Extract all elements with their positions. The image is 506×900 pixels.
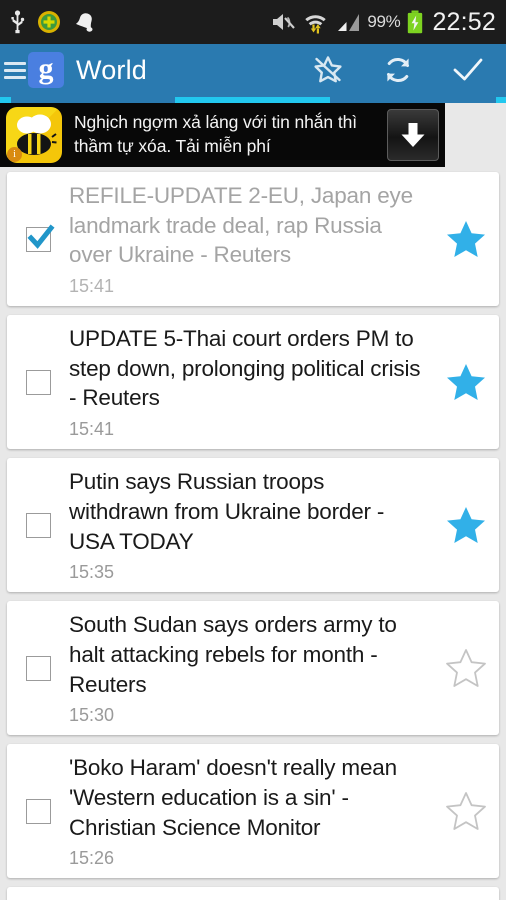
article-body[interactable]: Syria conflict: Rebels evacuated — [69, 896, 433, 900]
article-list[interactable]: REFILE-UPDATE 2-EU, Japan eye landmark t… — [0, 167, 506, 900]
article-timestamp: 15:30 — [69, 705, 115, 726]
ad-text-line-2: thầm tự xóa. Tải miễn phí — [74, 136, 271, 156]
article-checkbox-cell[interactable] — [7, 798, 69, 824]
bell-icon — [75, 12, 93, 32]
article-checkbox-cell[interactable] — [7, 512, 69, 538]
star-outline-icon[interactable] — [444, 646, 488, 690]
tab-indicator-strip[interactable] — [0, 96, 506, 103]
wifi-transfer-icon — [305, 14, 327, 33]
status-bar-clock: 22:52 — [432, 7, 496, 36]
table-row[interactable]: UPDATE 5-Thai court orders PM to step do… — [7, 315, 499, 450]
status-bar-left-icons — [10, 10, 97, 34]
article-checkbox[interactable] — [25, 512, 51, 538]
hamburger-menu-icon[interactable] — [4, 59, 26, 81]
star-crossed-out-icon — [314, 56, 342, 83]
article-body[interactable]: UPDATE 5-Thai court orders PM to step do… — [69, 324, 433, 440]
checkmark-icon — [453, 58, 483, 81]
app-bar-actions — [308, 50, 500, 90]
unstar-all-button[interactable] — [308, 50, 348, 90]
article-checkbox-cell[interactable] — [7, 655, 69, 681]
article-headline: Putin says Russian troops withdrawn from… — [69, 469, 385, 554]
article-checkbox-cell[interactable] — [7, 224, 69, 252]
ad-download-button[interactable] — [387, 109, 439, 161]
status-bar: 99% 22:52 — [0, 0, 506, 44]
star-outline-icon[interactable] — [444, 789, 488, 833]
battery-charging-icon — [408, 10, 423, 34]
article-headline: UPDATE 5-Thai court orders PM to step do… — [69, 326, 421, 411]
checkbox-tick-icon — [26, 224, 55, 249]
table-row[interactable]: Putin says Russian troops withdrawn from… — [7, 458, 499, 593]
volume-muted-icon — [273, 14, 296, 30]
article-headline: Syria conflict: Rebels evacuated — [69, 896, 427, 900]
article-checkbox[interactable] — [25, 798, 51, 824]
google-logo-letter: g — [38, 52, 54, 85]
article-checkbox[interactable] — [25, 369, 51, 395]
ad-content[interactable]: i Nghịch ngợm xả láng với tin nhắn thì t… — [0, 103, 445, 167]
mark-read-button[interactable] — [448, 50, 488, 90]
star-filled-icon[interactable] — [444, 503, 488, 547]
article-star-cell[interactable] — [433, 503, 499, 547]
status-bar-right-icons: 99% 22:52 — [270, 8, 496, 37]
article-headline: South Sudan says orders army to halt att… — [69, 612, 397, 697]
table-row[interactable]: Syria conflict: Rebels evacuated — [7, 887, 499, 900]
refresh-button[interactable] — [378, 50, 418, 90]
table-row[interactable]: South Sudan says orders army to halt att… — [7, 601, 499, 736]
article-body[interactable]: Putin says Russian troops withdrawn from… — [69, 467, 433, 583]
bee-chat-app-icon: i — [6, 107, 62, 163]
app-bar: g World — [0, 44, 506, 96]
article-star-cell[interactable] — [433, 360, 499, 404]
article-timestamp: 15:41 — [69, 419, 115, 440]
star-filled-icon[interactable] — [444, 217, 488, 261]
advertisement-banner[interactable]: i Nghịch ngợm xả láng với tin nhắn thì t… — [0, 103, 506, 167]
star-filled-icon[interactable] — [444, 360, 488, 404]
article-star-cell[interactable] — [433, 789, 499, 833]
cellular-signal-icon — [338, 13, 360, 31]
refresh-icon — [387, 58, 409, 82]
battery-percentage: 99% — [367, 12, 401, 31]
article-headline: 'Boko Haram' doesn't really mean 'Wester… — [69, 755, 397, 840]
table-row[interactable]: 'Boko Haram' doesn't really mean 'Wester… — [7, 744, 499, 879]
article-checkbox[interactable] — [25, 655, 51, 681]
ad-text: Nghịch ngợm xả láng với tin nhắn thì thầ… — [74, 111, 387, 158]
sync-circle-icon — [38, 11, 60, 33]
article-timestamp: 15:35 — [69, 562, 115, 583]
article-timestamp: 15:41 — [69, 276, 115, 297]
page-title: World — [76, 54, 148, 85]
article-body[interactable]: South Sudan says orders army to halt att… — [69, 610, 433, 726]
google-logo-icon[interactable]: g — [28, 52, 64, 88]
article-body[interactable]: 'Boko Haram' doesn't really mean 'Wester… — [69, 753, 433, 869]
ad-text-line-1: Nghịch ngợm xả láng với tin nhắn thì — [74, 112, 357, 133]
article-checkbox[interactable] — [25, 224, 55, 252]
article-body[interactable]: REFILE-UPDATE 2-EU, Japan eye landmark t… — [69, 181, 433, 297]
ad-info-badge[interactable]: i — [7, 147, 22, 162]
article-timestamp: 15:26 — [69, 848, 115, 869]
article-star-cell[interactable] — [433, 217, 499, 261]
download-arrow-icon — [401, 123, 425, 147]
usb-icon — [11, 10, 25, 34]
table-row[interactable]: REFILE-UPDATE 2-EU, Japan eye landmark t… — [7, 172, 499, 307]
article-star-cell[interactable] — [433, 646, 499, 690]
article-checkbox-cell[interactable] — [7, 369, 69, 395]
article-headline: REFILE-UPDATE 2-EU, Japan eye landmark t… — [69, 183, 413, 268]
